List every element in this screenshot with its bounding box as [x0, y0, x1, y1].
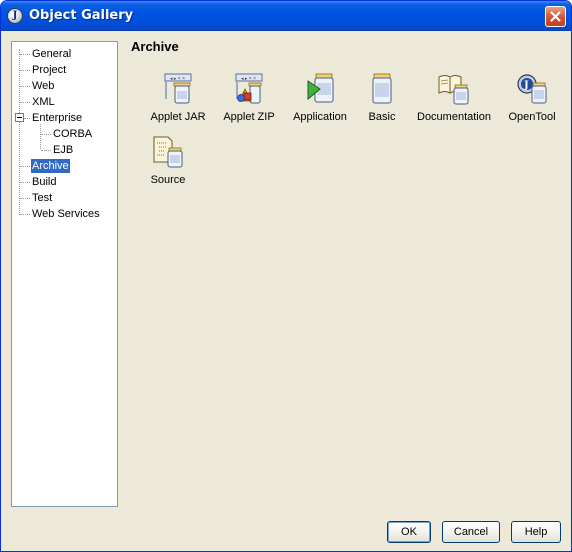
tree-connector: [20, 214, 30, 215]
gallery-item-applet-zip[interactable]: ◂ ▸ × × Applet ZIP: [209, 73, 289, 133]
gallery-item-label: Documentation: [417, 111, 491, 123]
window-title: Object Gallery: [29, 8, 134, 23]
tree-item-corba[interactable]: CORBA: [52, 127, 93, 141]
tree-item-general[interactable]: General: [31, 47, 72, 61]
gallery-item-label: OpenTool: [508, 111, 556, 123]
tree-connector: [41, 150, 51, 151]
tree-connector: [20, 182, 30, 183]
gallery-item-documentation[interactable]: Documentation: [414, 73, 494, 133]
svg-text:J: J: [523, 80, 529, 91]
tree-connector: [20, 86, 30, 87]
opentool-jar-icon: J: [517, 74, 547, 104]
gallery-item-applet-jar[interactable]: ◂ ▸ × × Applet JAR: [138, 73, 218, 133]
cancel-button[interactable]: Cancel: [442, 521, 500, 543]
ok-button[interactable]: OK: [387, 521, 431, 543]
tree-item-project[interactable]: Project: [31, 63, 67, 77]
tree-connector: [19, 49, 20, 215]
tree-item-build[interactable]: Build: [31, 175, 57, 189]
applet-zip-icon: ◂ ▸ × ×: [235, 73, 263, 104]
close-icon: [550, 11, 561, 22]
close-button[interactable]: [545, 6, 566, 27]
enterprise-collapse-toggle[interactable]: [15, 113, 24, 122]
source-jar-icon: [153, 136, 183, 168]
applet-jar-icon: ◂ ▸ × ×: [164, 73, 192, 104]
object-gallery-dialog: J Object Gallery General Project Web XML…: [0, 0, 572, 552]
tree-connector: [20, 70, 30, 71]
tree-item-enterprise[interactable]: Enterprise: [31, 111, 83, 125]
svg-text:◂ ▸ × ×: ◂ ▸ × ×: [170, 76, 185, 82]
category-tree[interactable]: General Project Web XML Enterprise CORBA…: [11, 41, 118, 507]
tree-item-ejb[interactable]: EJB: [52, 143, 74, 157]
gallery-section-title: Archive: [131, 39, 179, 54]
tree-connector: [41, 134, 51, 135]
tree-connector: [20, 198, 30, 199]
gallery-item-basic[interactable]: Basic: [342, 73, 422, 133]
gallery-item-opentool[interactable]: J OpenTool: [492, 73, 571, 133]
tree-connector: [20, 166, 30, 167]
tree-item-test[interactable]: Test: [31, 191, 53, 205]
help-button[interactable]: Help: [511, 521, 561, 543]
documentation-jar-icon: [438, 75, 469, 105]
tree-item-archive[interactable]: Archive: [31, 159, 70, 173]
gallery-item-label: Applet ZIP: [223, 111, 275, 123]
tree-connector: [40, 124, 41, 149]
gallery-item-label: Source: [150, 174, 186, 186]
title-bar[interactable]: J Object Gallery: [1, 1, 571, 31]
gallery-item-label: Applet JAR: [150, 111, 206, 123]
application-jar-icon: [307, 73, 334, 103]
svg-text:◂ ▸ × ×: ◂ ▸ × ×: [241, 76, 256, 82]
jbuilder-app-icon: J: [7, 8, 23, 24]
tree-item-xml[interactable]: XML: [31, 95, 56, 109]
tree-connector: [24, 118, 30, 119]
tree-item-web-services[interactable]: Web Services: [31, 207, 101, 221]
tree-connector: [20, 54, 30, 55]
tree-item-web[interactable]: Web: [31, 79, 55, 93]
basic-jar-icon: [372, 73, 392, 104]
tree-connector: [20, 102, 30, 103]
gallery-item-source[interactable]: Source: [128, 136, 208, 196]
gallery-item-label: Basic: [368, 111, 396, 123]
